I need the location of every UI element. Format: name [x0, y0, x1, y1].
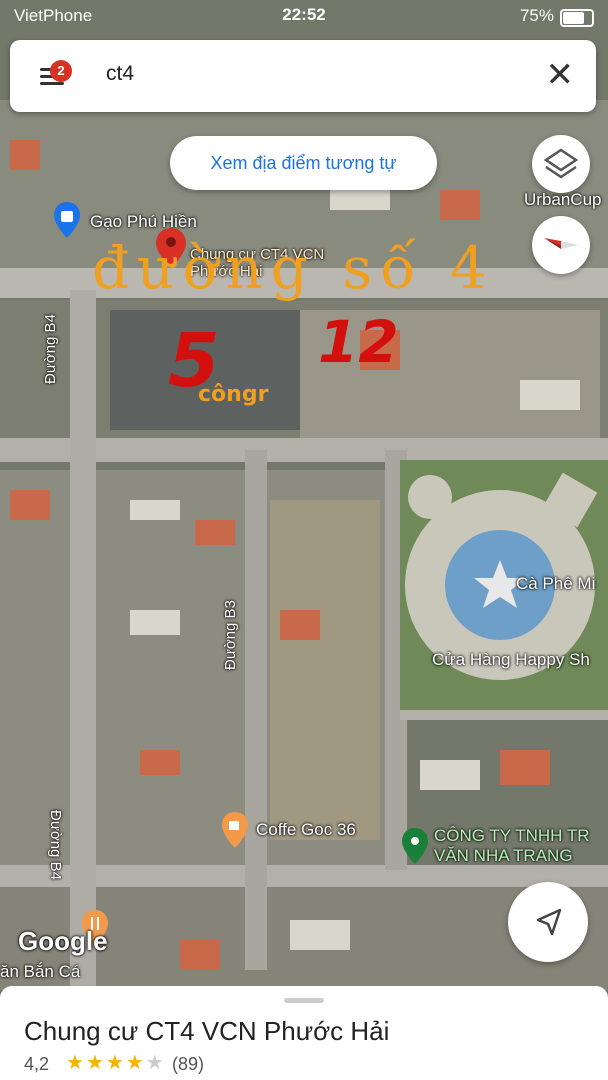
star-icon: ★ — [66, 1052, 86, 1074]
similar-places-chip[interactable]: Xem địa điểm tương tự — [170, 136, 437, 190]
layers-button[interactable] — [532, 135, 590, 193]
star-icon: ★ — [125, 1052, 146, 1074]
battery-icon — [560, 9, 594, 27]
cong-ty-line1: CÔNG TY TNHH TR — [434, 826, 590, 845]
navigation-arrow-icon — [536, 908, 562, 936]
star-icon: ★ — [145, 1052, 166, 1074]
place-details-sheet[interactable]: Chung cư CT4 VCN Phước Hải 4,2 ★★★★★ (89… — [0, 986, 608, 1080]
road-label-b4-bottom: Đường B4 — [47, 810, 64, 880]
drag-handle[interactable] — [284, 998, 324, 1003]
annotation-cong: côngr — [198, 382, 269, 407]
road-label-b4-top: Đường B4 — [42, 314, 59, 384]
cong-ty-line2: VĂN NHA TRANG — [434, 846, 573, 865]
review-count: (89) — [172, 1054, 205, 1074]
google-logo: Google — [18, 926, 108, 956]
compass-icon — [544, 238, 578, 249]
close-icon[interactable]: ✕ — [546, 58, 575, 92]
star-icon: ★ — [85, 1052, 106, 1074]
annotation-number-12: 12 — [318, 308, 399, 376]
map-label-coffe-goc[interactable]: Coffe Goc 36 — [256, 820, 356, 840]
map-label-urbancup[interactable]: UrbanCup — [524, 190, 602, 210]
annotation-street-name: đường số 4 — [92, 234, 495, 302]
map-label-ban-ca[interactable]: ăn Bắn Cá — [0, 962, 80, 982]
map-label-ca-phe[interactable]: Cà Phê Mi — [516, 574, 595, 594]
search-bar[interactable]: 2 ct4 ✕ — [10, 40, 596, 112]
road-label-b3: Đường B3 — [222, 600, 239, 670]
star-icon: ★ — [105, 1052, 126, 1074]
layers-icon — [543, 148, 579, 179]
compass-button[interactable] — [532, 216, 590, 274]
search-query[interactable]: ct4 — [106, 62, 134, 86]
company-pin-icon[interactable] — [400, 826, 430, 866]
notification-badge: 2 — [50, 60, 72, 82]
place-name: Chung cư CT4 VCN Phước Hải — [24, 1016, 390, 1046]
map-label-cua-hang[interactable]: Cửa Hàng Happy Sh — [432, 650, 590, 670]
clock: 22:52 — [282, 5, 326, 24]
map-label-cong-ty[interactable]: CÔNG TY TNHH TR VĂN NHA TRANG — [434, 826, 590, 866]
rating-value: 4,2 — [24, 1054, 50, 1074]
battery-percent: 75% — [519, 6, 554, 25]
shopping-bag-pin-icon[interactable] — [52, 200, 82, 240]
status-bar: VietPhone 22:52 75% — [0, 0, 608, 32]
cafe-pin-icon[interactable] — [220, 810, 250, 850]
my-location-button[interactable] — [508, 882, 588, 962]
rating-stars: ★★★★★ — [66, 1050, 166, 1075]
